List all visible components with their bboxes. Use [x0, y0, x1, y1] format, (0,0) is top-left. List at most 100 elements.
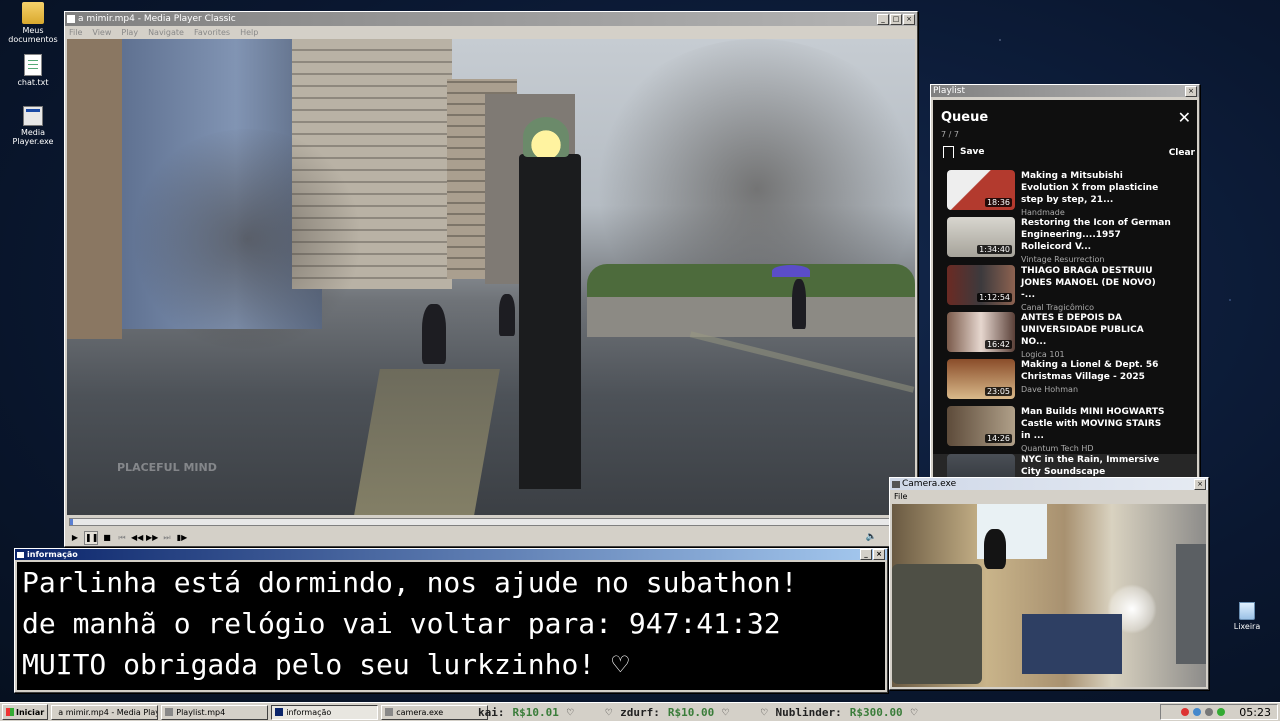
queue-item[interactable]: 16:42 ANTES E DEPOIS DA UNIVERSIDADE PUB… — [947, 311, 1197, 359]
menu-bar: File — [890, 490, 1208, 502]
queue-item[interactable]: 18:36 Making a Mitsubishi Evolution X fr… — [947, 170, 1197, 217]
queue-panel: Queue 7 / 7 ✕ Save Clear 18:36 Making a … — [933, 100, 1197, 483]
video-watermark: PLACEFUL MIND — [117, 461, 217, 474]
donation-amount: R$10.00 — [667, 705, 715, 719]
lamp-globe — [523, 117, 569, 157]
menu-file[interactable]: File — [69, 28, 82, 37]
start-button[interactable]: Iniciar — [2, 704, 49, 720]
save-label: Save — [960, 147, 985, 157]
duration-badge: 1:34:40 — [977, 245, 1012, 255]
queue-close-icon[interactable]: ✕ — [1178, 108, 1191, 127]
menu-help[interactable]: Help — [240, 28, 258, 37]
duration-badge: 23:05 — [984, 387, 1012, 397]
video-title: Making a Lionel & Dept. 56 Christmas Vil… — [1021, 360, 1159, 383]
donation-amount: R$10.01 — [512, 705, 559, 719]
desktop-icon-recycle-bin[interactable]: Lixeira — [1218, 602, 1276, 631]
skip-back-button[interactable]: ⏮ — [116, 532, 128, 544]
taskbar-item-info[interactable]: informação — [271, 704, 379, 720]
maximize-button[interactable]: □ — [890, 13, 902, 25]
menu-file[interactable]: File — [894, 492, 907, 501]
app-icon — [165, 708, 174, 716]
playlist-window[interactable]: Playlist × Queue 7 / 7 ✕ Save Clear 18:3… — [930, 84, 1200, 486]
taskbar-item-playlist[interactable]: Playlist.mp4 — [161, 704, 269, 720]
video-title: Restoring the Icon of German Engineering… — [1021, 218, 1171, 253]
camera-titlebar[interactable]: Camera.exe × — [890, 478, 1208, 490]
info-line: de manhã o relógio vai voltar para: 947:… — [22, 607, 781, 640]
recycle-bin-icon — [1239, 602, 1255, 620]
close-button[interactable]: × — [903, 13, 915, 25]
minimize-button[interactable]: _ — [860, 549, 872, 560]
info-titlebar[interactable]: informação _ × — [15, 549, 887, 560]
media-player-window[interactable]: a mimir.mp4 - Media Player Classic _ □ ×… — [64, 11, 918, 547]
video-thumbnail: 1:12:54 — [947, 264, 1015, 305]
window-title: Playlist — [933, 86, 965, 96]
frame-step-button[interactable]: ▮▶ — [176, 532, 188, 544]
menu-play[interactable]: Play — [121, 28, 138, 37]
close-button[interactable]: × — [1194, 478, 1206, 490]
queue-item[interactable]: 23:05 Making a Lionel & Dept. 56 Christm… — [947, 359, 1197, 406]
video-title: THIAGO BRAGA DESTRUIU JONES MANOEL (DE N… — [1021, 265, 1156, 300]
queue-item[interactable]: 14:26 Man Builds MINI HOGWARTS Castle wi… — [947, 406, 1197, 453]
close-button[interactable]: × — [873, 549, 885, 560]
pause-button[interactable]: ❚❚ — [84, 531, 98, 545]
playlist-titlebar[interactable]: Playlist × — [931, 85, 1199, 97]
queue-heading: Queue — [941, 110, 989, 125]
duration-badge: 16:42 — [984, 339, 1012, 349]
desktop-icon-label: Media Player.exe — [12, 128, 54, 146]
heart-icon: ♡ — [605, 705, 613, 719]
heart-icon: ♡ — [760, 705, 768, 719]
app-icon — [385, 708, 394, 716]
volume-icon[interactable]: 🔈 — [866, 532, 877, 542]
desktop-icon-label: Meus documentos — [8, 26, 58, 44]
info-line: MUITO obrigada pelo seu lurkzinho! ♡ — [22, 648, 629, 681]
queue-item[interactable]: 1:34:40 Restoring the Icon of German Eng… — [947, 217, 1197, 264]
forward-button[interactable]: ▶▶ — [146, 532, 158, 544]
windows-logo-icon — [6, 708, 14, 716]
info-window[interactable]: informação _ × Parlinha está dormindo, n… — [14, 548, 888, 693]
seek-bar[interactable] — [69, 518, 917, 526]
donor-name: zdurf: — [620, 705, 660, 719]
menu-favorites[interactable]: Favorites — [194, 28, 230, 37]
cat — [984, 529, 1006, 569]
tray-icon-app[interactable] — [1217, 708, 1226, 716]
video-thumbnail: 18:36 — [947, 170, 1015, 210]
desktop-icon-chat[interactable]: chat.txt — [4, 54, 62, 87]
info-line: Parlinha está dormindo, nos ajude no sub… — [22, 566, 798, 599]
play-button[interactable]: ▶ — [69, 532, 81, 544]
window-title: informação — [27, 550, 78, 559]
skip-forward-button[interactable]: ⏭ — [161, 532, 173, 544]
minimize-button[interactable]: _ — [877, 13, 889, 25]
tray-icon-red[interactable] — [1181, 708, 1190, 716]
tray-icon-network[interactable] — [1193, 708, 1202, 716]
app-icon — [275, 708, 284, 716]
desktop-icon-documents[interactable]: Meus documentos — [4, 2, 62, 44]
menu-navigate[interactable]: Navigate — [148, 28, 184, 37]
media-player-titlebar[interactable]: a mimir.mp4 - Media Player Classic _ □ × — [65, 12, 917, 26]
close-button[interactable]: × — [1185, 85, 1197, 97]
tray-icon-volume[interactable] — [1205, 708, 1214, 716]
video-display[interactable]: PLACEFUL MIND — [67, 39, 915, 515]
app-icon — [67, 15, 75, 23]
heart-icon: ♡ — [910, 705, 918, 719]
duration-badge: 14:26 — [984, 434, 1012, 444]
seek-progress — [70, 519, 74, 525]
camera-window[interactable]: Camera.exe × File — [889, 477, 1209, 690]
text-file-icon — [24, 54, 42, 76]
stop-button[interactable]: ■ — [101, 532, 113, 544]
info-message: Parlinha está dormindo, nos ajude no sub… — [17, 562, 885, 690]
taskbar-item-camera[interactable]: camera.exe — [381, 704, 489, 720]
desktop-icon-media-player[interactable]: Media Player.exe — [4, 106, 62, 146]
rewind-button[interactable]: ◀◀ — [131, 532, 143, 544]
lamp-post — [519, 154, 581, 489]
heart-icon: ♡ — [722, 705, 729, 719]
clear-button[interactable]: Clear — [1169, 148, 1195, 158]
menu-view[interactable]: View — [92, 28, 111, 37]
taskbar-item-media-player[interactable]: a mimir.mp4 - Media Playe... — [51, 704, 159, 720]
playback-controls: ▶ ❚❚ ■ ⏮ ◀◀ ▶▶ ⏭ ▮▶ — [69, 531, 188, 545]
executable-icon — [23, 106, 43, 126]
queue-item[interactable]: 1:12:54 THIAGO BRAGA DESTRUIU JONES MANO… — [947, 264, 1197, 312]
save-button[interactable]: Save — [943, 146, 985, 158]
channel-name: Dave Hohman — [1021, 385, 1079, 395]
desktop-icon-label: chat.txt — [17, 78, 49, 87]
camera-app-icon — [892, 480, 900, 488]
